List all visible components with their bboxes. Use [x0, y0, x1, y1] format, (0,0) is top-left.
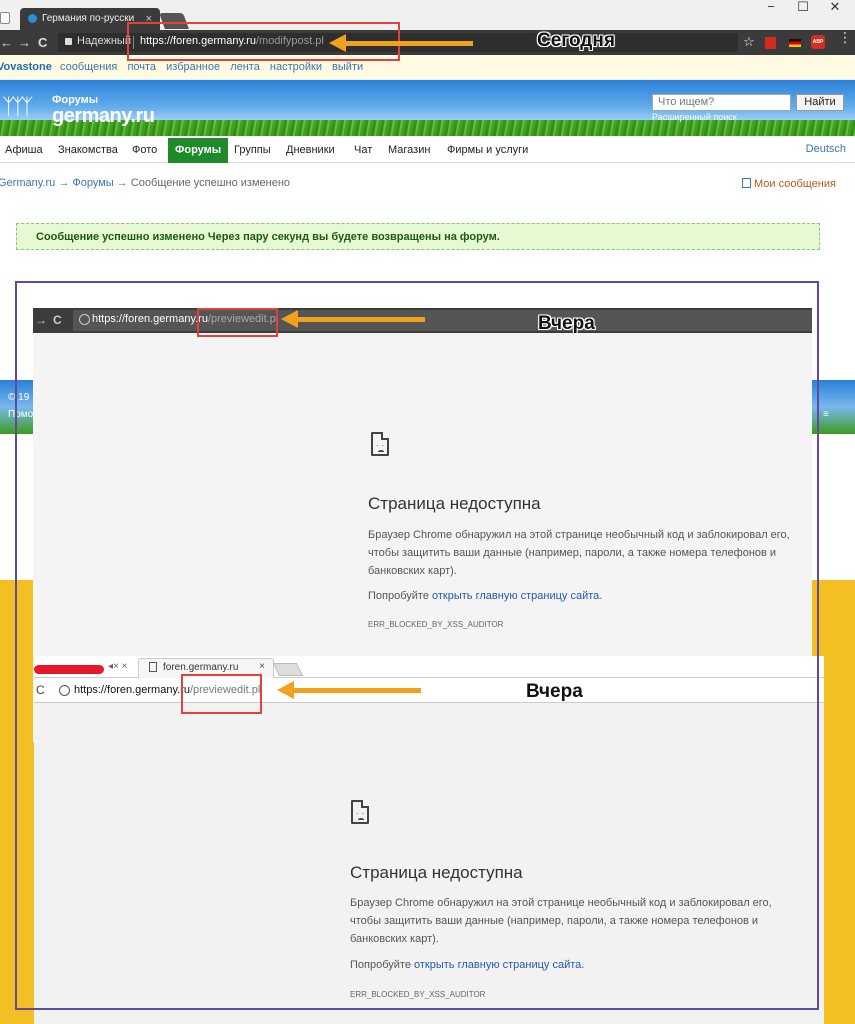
success-message: Сообщение успешно изменено Через пару се…	[36, 231, 500, 243]
nav-item-shop[interactable]: Магазин	[388, 144, 430, 156]
lock-icon	[65, 38, 72, 45]
user-link-favorites[interactable]: избранное	[166, 61, 220, 73]
user-links: сообщения почта избранное лента настройк…	[60, 61, 370, 73]
label-yesterday-2: Вчера	[526, 681, 583, 702]
breadcrumb: Germany.ru → Форумы → Сообщение успешно …	[0, 177, 290, 189]
success-notice: Сообщение успешно изменено Через пару се…	[16, 223, 820, 250]
nav-item-dating[interactable]: Знакомства	[58, 144, 118, 156]
my-messages-label: Мои сообщения	[754, 178, 836, 190]
highlight-box-yesterday-1	[197, 308, 278, 337]
nav-item-firms[interactable]: Фирмы и услуги	[447, 144, 528, 156]
breadcrumb-separator: →	[55, 177, 73, 189]
arrow-today	[329, 34, 473, 52]
footer-menu-icon[interactable]: ≡	[823, 409, 829, 420]
logo-title[interactable]: germany.ru	[52, 105, 155, 128]
nav-item-chat[interactable]: Чат	[354, 144, 372, 156]
nav-item-groups[interactable]: Группы	[234, 144, 271, 156]
tab-title: Германия по-русски	[42, 13, 135, 24]
reload-button[interactable]: C	[38, 35, 47, 50]
yesterday-frame	[15, 281, 819, 1010]
breadcrumb-separator-2: →	[113, 177, 131, 189]
user-link-settings[interactable]: настройки	[270, 61, 322, 73]
browser-menu-icon[interactable]: ⋮	[838, 30, 852, 44]
german-flag-extension-icon[interactable]	[789, 39, 801, 47]
bookmark-star-icon[interactable]: ☆	[743, 34, 755, 50]
highlight-box-yesterday-2	[181, 674, 262, 714]
username[interactable]: Vovastone	[0, 61, 52, 73]
advanced-search-link[interactable]: Расширенный поиск	[652, 112, 737, 122]
label-today: Сегодня	[537, 30, 615, 51]
nav-item-afisha[interactable]: Афиша	[5, 144, 43, 156]
breadcrumb-forums[interactable]: Форумы	[72, 177, 113, 189]
nav-item-forums[interactable]: Форумы	[168, 138, 229, 163]
my-messages-link[interactable]: Мои сообщения	[742, 178, 836, 190]
user-link-logout[interactable]: выйти	[332, 61, 363, 73]
adblock-extension-icon[interactable]: ABP	[811, 35, 825, 49]
nav-item-diaries[interactable]: Дневники	[286, 144, 335, 156]
back-button[interactable]: ←	[0, 35, 13, 50]
minimize-button[interactable]: −	[756, 0, 786, 14]
site-search-button[interactable]: Найти	[796, 94, 844, 111]
logo-people-icon[interactable]: ᛉᛉᛉ	[2, 94, 34, 120]
arrow-yesterday-2	[277, 681, 421, 699]
messages-icon	[742, 178, 751, 188]
main-navigation: Афиша Знакомства Фото Форумы Группы Днев…	[0, 138, 855, 163]
user-link-messages[interactable]: сообщения	[60, 61, 117, 73]
arrow-yesterday-1	[281, 310, 425, 328]
nav-language-link[interactable]: Deutsch	[806, 143, 846, 155]
site-favicon-icon	[28, 14, 37, 23]
close-window-button[interactable]: ✕	[820, 0, 850, 14]
breadcrumb-home[interactable]: Germany.ru	[0, 177, 55, 189]
breadcrumb-current: Сообщение успешно изменено	[130, 177, 291, 189]
pdf-extension-icon[interactable]	[765, 37, 776, 49]
user-link-mail[interactable]: почта	[127, 61, 156, 73]
label-yesterday-1: Вчера	[538, 313, 595, 334]
forward-button[interactable]: →	[18, 35, 31, 50]
maximize-button[interactable]: ☐	[788, 0, 818, 14]
user-link-feed[interactable]: лента	[230, 61, 260, 73]
site-header-banner: ᛉᛉᛉ Форумы germany.ru Что ищем? Найти Ра…	[0, 80, 855, 136]
inactive-tab-icon[interactable]	[0, 12, 10, 24]
secure-label: Надежный	[77, 35, 131, 47]
nav-item-photo[interactable]: Фото	[132, 144, 157, 156]
site-search-input[interactable]: Что ищем?	[652, 94, 791, 111]
